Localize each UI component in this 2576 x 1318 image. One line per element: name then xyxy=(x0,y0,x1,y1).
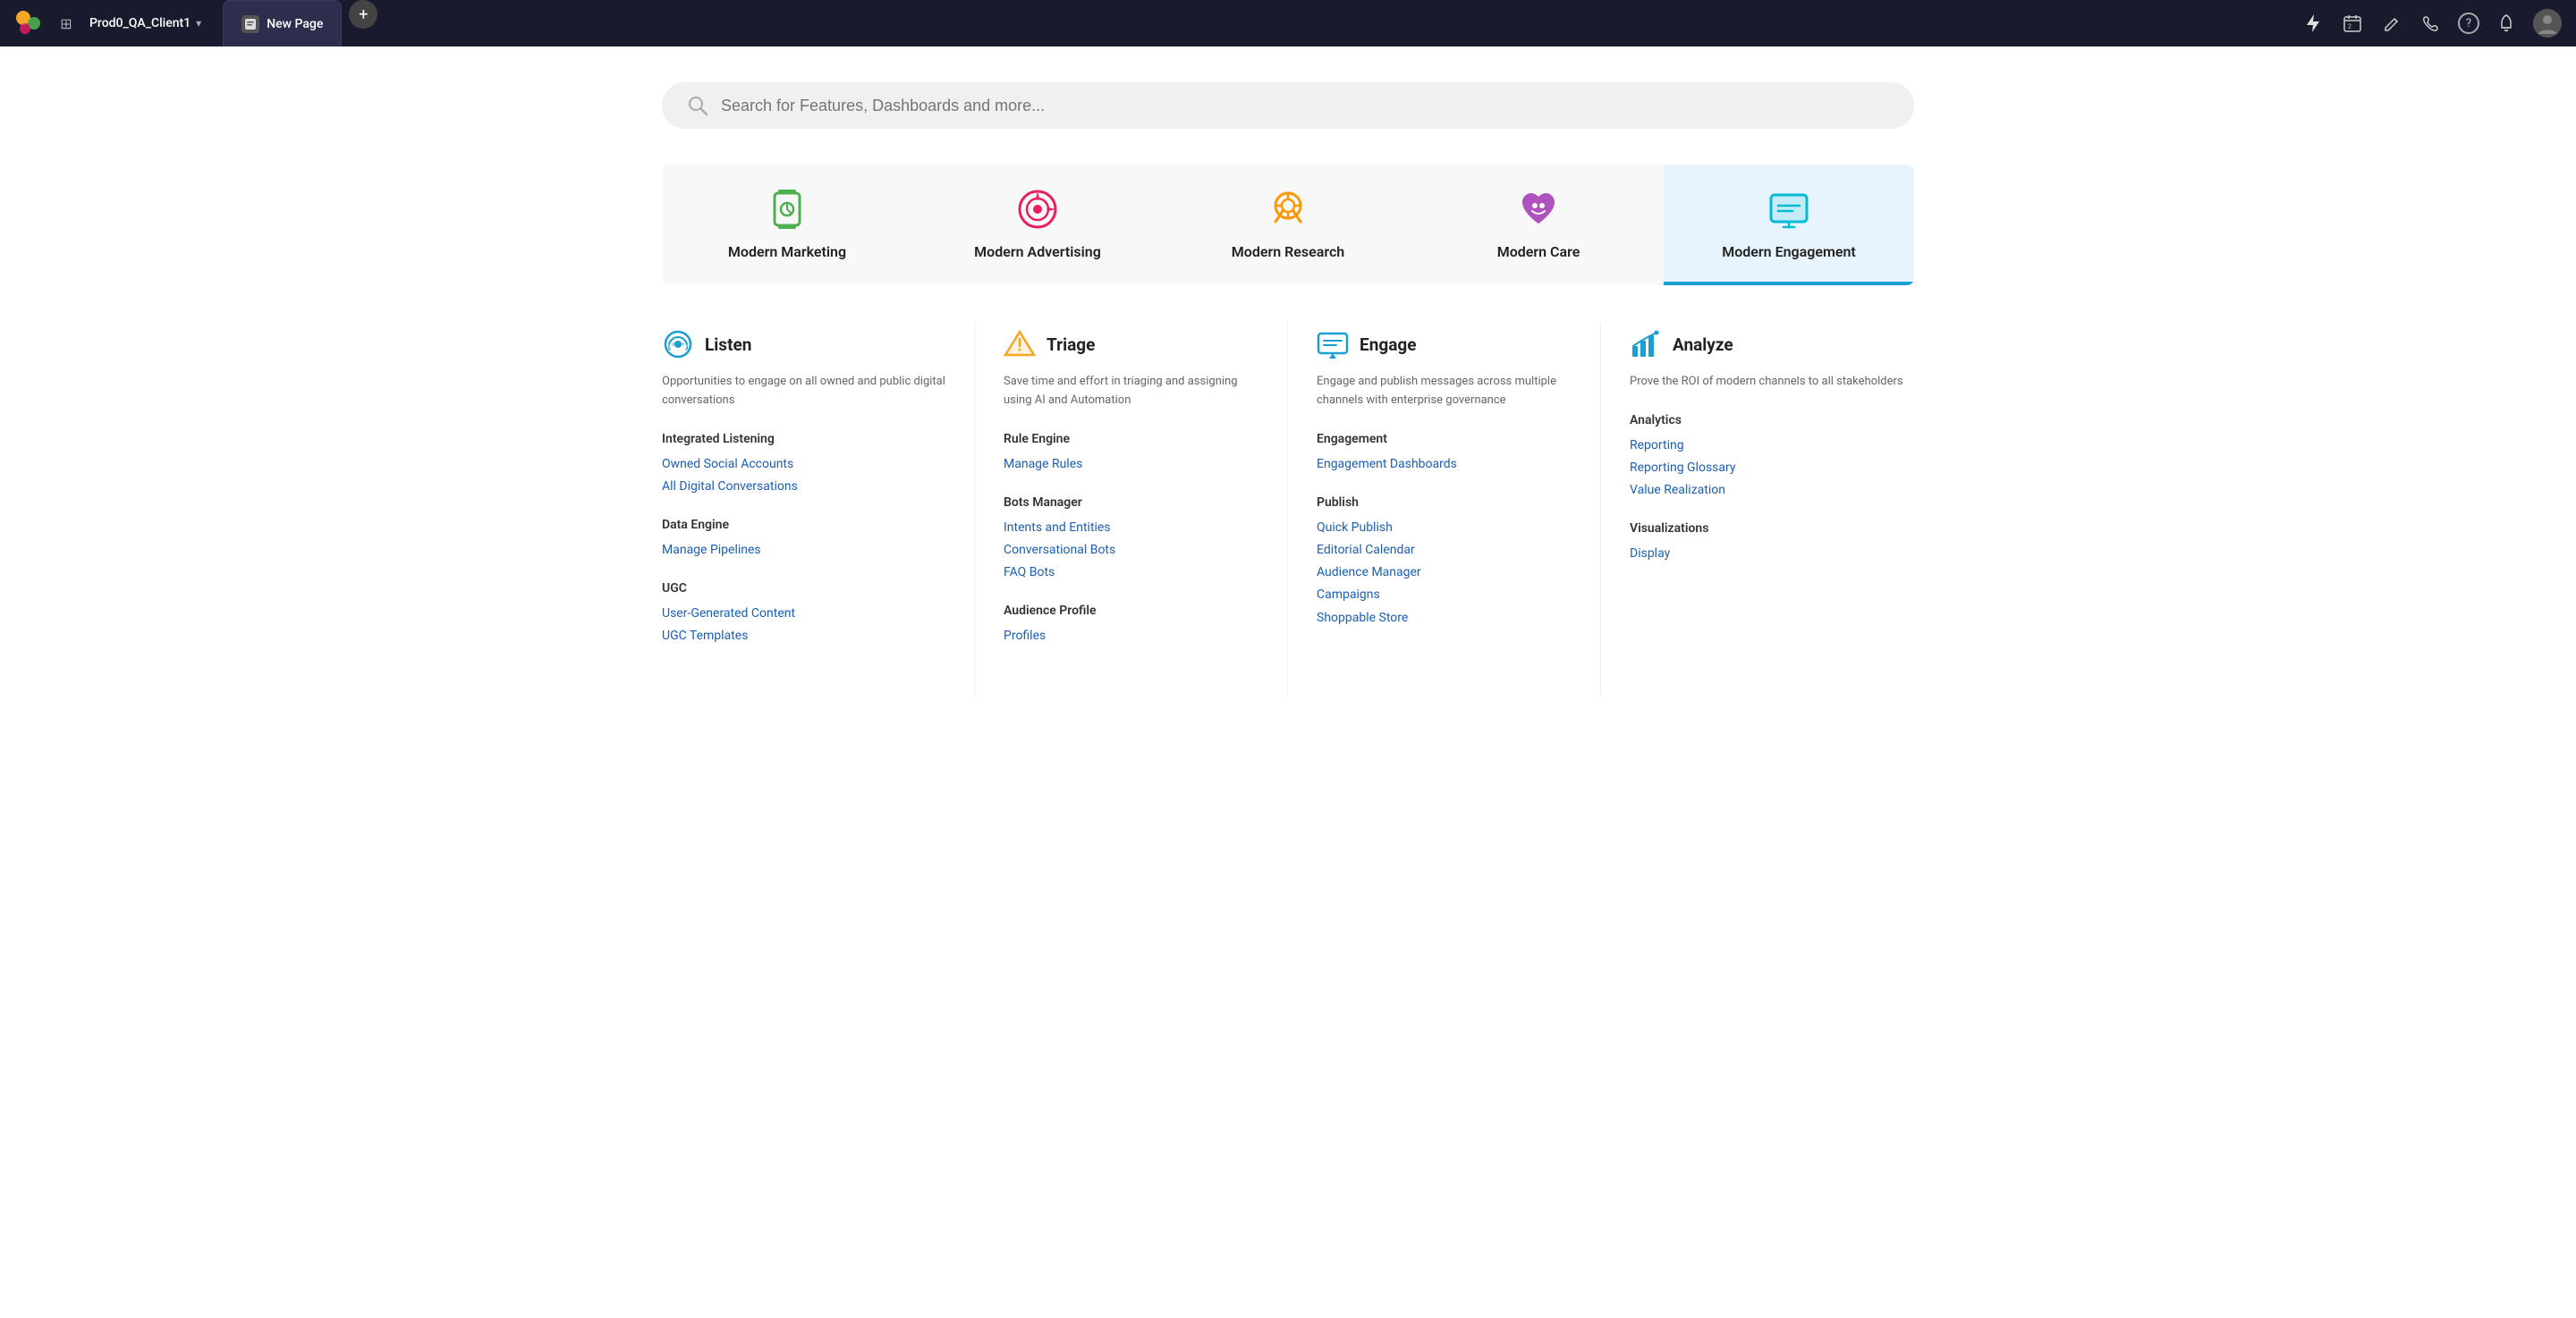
editorial-calendar-link[interactable]: Editorial Calendar xyxy=(1317,539,1572,562)
manage-pipelines-link[interactable]: Manage Pipelines xyxy=(662,539,945,562)
search-icon xyxy=(687,95,708,116)
tab-modern-advertising[interactable]: Modern Advertising xyxy=(912,165,1163,285)
modern-research-label: Modern Research xyxy=(1232,243,1344,260)
category-tabs: Modern Marketing Modern Advertising xyxy=(662,165,1914,285)
campaigns-link[interactable]: Campaigns xyxy=(1317,584,1572,606)
workspace-selector[interactable]: Prod0_QA_Client1 ▾ xyxy=(89,16,201,30)
analytics-links: Reporting Reporting Glossary Value Reali… xyxy=(1630,435,1914,503)
tab-icon xyxy=(242,15,259,33)
active-tab[interactable]: New Page xyxy=(223,0,342,46)
owned-social-accounts-link[interactable]: Owned Social Accounts xyxy=(662,453,945,476)
modern-care-label: Modern Care xyxy=(1497,243,1580,260)
reporting-link[interactable]: Reporting xyxy=(1630,435,1914,457)
phone-icon[interactable] xyxy=(2419,11,2444,36)
workspace-chevron: ▾ xyxy=(196,17,201,30)
modern-care-icon xyxy=(1515,186,1562,232)
tab-modern-marketing[interactable]: Modern Marketing xyxy=(662,165,912,285)
tab-modern-engagement[interactable]: Modern Engagement xyxy=(1664,165,1914,285)
user-avatar[interactable] xyxy=(2533,9,2562,38)
engage-title: Engage xyxy=(1360,334,1416,355)
help-icon[interactable]: ? xyxy=(2458,13,2479,34)
nav-tabs: New Page + xyxy=(223,0,2290,46)
listen-desc: Opportunities to engage on all owned and… xyxy=(662,373,945,410)
value-realization-link[interactable]: Value Realization xyxy=(1630,479,1914,502)
main-content: Modern Marketing Modern Advertising xyxy=(0,46,2576,1318)
visualizations-header: Visualizations xyxy=(1630,521,1914,536)
content-columns: Listen Opportunities to engage on all ow… xyxy=(662,321,1914,697)
engagement-links: Engagement Dashboards xyxy=(1317,453,1572,476)
shoppable-store-link[interactable]: Shoppable Store xyxy=(1317,607,1572,629)
rule-engine-links: Manage Rules xyxy=(1004,453,1258,476)
edit-icon[interactable] xyxy=(2379,11,2404,36)
modern-advertising-icon xyxy=(1014,186,1061,232)
visualizations-links: Display xyxy=(1630,543,1914,565)
add-tab-button[interactable]: + xyxy=(349,0,377,29)
modern-engagement-label: Modern Engagement xyxy=(1722,243,1856,260)
engage-desc: Engage and publish messages across multi… xyxy=(1317,373,1572,410)
listen-title: Listen xyxy=(705,334,751,355)
triage-column: Triage Save time and effort in triaging … xyxy=(975,321,1288,697)
modern-advertising-label: Modern Advertising xyxy=(974,243,1101,260)
analyze-column: Analyze Prove the ROI of modern channels… xyxy=(1601,321,1914,697)
reporting-glossary-link[interactable]: Reporting Glossary xyxy=(1630,457,1914,479)
quick-publish-link[interactable]: Quick Publish xyxy=(1317,517,1572,539)
svg-text:2: 2 xyxy=(2348,23,2351,30)
analyze-icon xyxy=(1630,328,1662,360)
audience-profile-header: Audience Profile xyxy=(1004,604,1258,618)
nav-right: 2 ? xyxy=(2301,9,2562,38)
grid-icon[interactable]: ⊞ xyxy=(54,11,79,36)
engage-column: Engage Engage and publish messages acros… xyxy=(1288,321,1601,697)
data-engine-links: Manage Pipelines xyxy=(662,539,945,562)
publish-links: Quick Publish Editorial Calendar Audienc… xyxy=(1317,517,1572,629)
engagement-dashboards-link[interactable]: Engagement Dashboards xyxy=(1317,453,1572,476)
bots-manager-links: Intents and Entities Conversational Bots… xyxy=(1004,517,1258,585)
workspace-name: Prod0_QA_Client1 xyxy=(89,16,191,30)
all-digital-conversations-link[interactable]: All Digital Conversations xyxy=(662,476,945,498)
manage-rules-link[interactable]: Manage Rules xyxy=(1004,453,1258,476)
search-input[interactable] xyxy=(721,97,1889,115)
ugc-links: User-Generated Content UGC Templates xyxy=(662,603,945,647)
integrated-listening-header: Integrated Listening xyxy=(662,432,945,446)
analytics-header: Analytics xyxy=(1630,413,1914,427)
publish-header: Publish xyxy=(1317,495,1572,510)
tab-title: New Page xyxy=(267,17,323,31)
tab-modern-research[interactable]: Modern Research xyxy=(1163,165,1413,285)
ugc-header: UGC xyxy=(662,581,945,596)
engage-icon xyxy=(1317,328,1349,360)
app-logo[interactable] xyxy=(14,9,43,38)
audience-manager-link[interactable]: Audience Manager xyxy=(1317,562,1572,584)
lightning-icon[interactable] xyxy=(2301,11,2326,36)
analyze-desc: Prove the ROI of modern channels to all … xyxy=(1630,373,1914,392)
analyze-title: Analyze xyxy=(1673,334,1733,355)
data-engine-header: Data Engine xyxy=(662,518,945,532)
rule-engine-header: Rule Engine xyxy=(1004,432,1258,446)
engagement-header: Engagement xyxy=(1317,432,1572,446)
profiles-link[interactable]: Profiles xyxy=(1004,625,1258,647)
display-link[interactable]: Display xyxy=(1630,543,1914,565)
modern-engagement-icon xyxy=(1766,186,1812,232)
triage-desc: Save time and effort in triaging and ass… xyxy=(1004,373,1258,410)
ugc-link[interactable]: User-Generated Content xyxy=(662,603,945,625)
audience-profile-links: Profiles xyxy=(1004,625,1258,647)
ugc-templates-link[interactable]: UGC Templates xyxy=(662,625,945,647)
integrated-listening-links: Owned Social Accounts All Digital Conver… xyxy=(662,453,945,498)
tab-modern-care[interactable]: Modern Care xyxy=(1413,165,1664,285)
triage-title: Triage xyxy=(1046,334,1095,355)
modern-research-icon xyxy=(1265,186,1311,232)
modern-marketing-icon xyxy=(764,186,810,232)
search-container xyxy=(662,82,1914,129)
triage-icon xyxy=(1004,328,1036,360)
listen-icon xyxy=(662,328,694,360)
notifications-icon[interactable] xyxy=(2494,11,2519,36)
topnav: ⊞ Prod0_QA_Client1 ▾ New Page + xyxy=(0,0,2576,46)
bots-manager-header: Bots Manager xyxy=(1004,495,1258,510)
faq-bots-link[interactable]: FAQ Bots xyxy=(1004,562,1258,584)
conversational-bots-link[interactable]: Conversational Bots xyxy=(1004,539,1258,562)
calendar-icon[interactable]: 2 xyxy=(2340,11,2365,36)
modern-marketing-label: Modern Marketing xyxy=(728,243,846,260)
listen-column: Listen Opportunities to engage on all ow… xyxy=(662,321,975,697)
intents-entities-link[interactable]: Intents and Entities xyxy=(1004,517,1258,539)
